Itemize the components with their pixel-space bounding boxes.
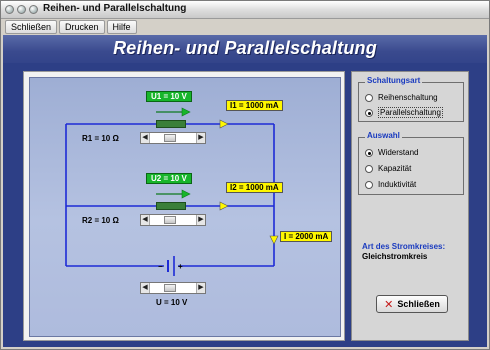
title-bar: Reihen- und Parallelschaltung — [1, 1, 489, 19]
menu-hilfe[interactable]: Hilfe — [106, 20, 137, 34]
circuit-frame: U1 = 10 V I1 = 1000 mA R1 = 10 Ω ◀ ▶ U2 … — [23, 71, 345, 341]
main-area: Reihen- und Parallelschaltung U1 = 10 V … — [3, 35, 487, 347]
r2-label: R2 = 10 Ω — [82, 216, 119, 225]
radio-label[interactable]: Kapazität — [378, 164, 411, 173]
menu-schliessen[interactable]: Schließen — [5, 20, 58, 34]
slider-thumb[interactable] — [164, 284, 176, 292]
app-window: Reihen- und Parallelschaltung Schließen … — [0, 0, 490, 350]
close-window-icon[interactable] — [5, 5, 14, 14]
window-controls — [5, 5, 38, 14]
circuit-diagram: U1 = 10 V I1 = 1000 mA R1 = 10 Ω ◀ ▶ U2 … — [29, 77, 341, 337]
slider-thumb[interactable] — [164, 134, 176, 142]
group-schaltungsart-title: Schaltungsart — [365, 76, 423, 85]
slider-u[interactable]: ◀ ▶ — [140, 282, 206, 294]
radio-button-icon[interactable] — [365, 164, 373, 173]
i2-label: I2 = 1000 mA — [226, 182, 283, 193]
slider-left-icon[interactable]: ◀ — [141, 133, 150, 143]
menu-bar: Schließen Drucken Hilfe — [5, 20, 137, 34]
voltage-arrow-1-head — [181, 107, 191, 117]
group-auswahl-title: Auswahl — [365, 131, 402, 140]
slider-right-icon[interactable]: ▶ — [196, 215, 205, 225]
u-label: U = 10 V — [156, 298, 188, 307]
i1-label: I1 = 1000 mA — [226, 100, 283, 111]
radio-label[interactable]: Widerstand — [378, 148, 418, 157]
resistor-r2 — [156, 202, 186, 210]
r1-label: R1 = 10 Ω — [82, 134, 119, 143]
slider-left-icon[interactable]: ◀ — [141, 215, 150, 225]
radio-label[interactable]: Induktivität — [378, 180, 416, 189]
stromkreis-title: Art des Stromkreises: — [362, 242, 446, 251]
radio-parallelschaltung[interactable]: Parallelschaltung — [365, 107, 443, 118]
maximize-window-icon[interactable] — [29, 5, 38, 14]
current-arrow-total — [269, 235, 279, 245]
control-panel: Schaltungsart Reihenschaltung Parallelsc… — [351, 71, 469, 341]
slider-left-icon[interactable]: ◀ — [141, 283, 150, 293]
x-icon: ✕ — [384, 298, 394, 311]
i-total-label: I = 2000 mA — [280, 231, 333, 242]
radio-button-icon[interactable] — [365, 148, 373, 157]
battery-minus: − — [158, 262, 163, 271]
radio-label[interactable]: Reihenschaltung — [378, 93, 438, 102]
radio-button-icon[interactable] — [365, 93, 373, 102]
close-button[interactable]: ✕ Schließen — [376, 295, 448, 313]
radio-button-icon[interactable] — [365, 108, 373, 117]
window-title: Reihen- und Parallelschaltung — [43, 3, 187, 14]
stromkreis-value: Gleichstromkreis — [362, 252, 428, 261]
radio-reihenschaltung[interactable]: Reihenschaltung — [365, 93, 438, 102]
battery-plus: + — [178, 262, 183, 271]
radio-kapazitaet[interactable]: Kapazität — [365, 164, 411, 173]
close-button-label: Schließen — [397, 299, 440, 309]
minimize-window-icon[interactable] — [17, 5, 26, 14]
slider-r2[interactable]: ◀ ▶ — [140, 214, 206, 226]
page-title: Reihen- und Parallelschaltung — [113, 38, 377, 58]
u2-label: U2 = 10 V — [146, 173, 192, 184]
current-arrow-2 — [219, 201, 229, 211]
slider-right-icon[interactable]: ▶ — [196, 283, 205, 293]
radio-widerstand[interactable]: Widerstand — [365, 148, 418, 157]
radio-induktivitaet[interactable]: Induktivität — [365, 180, 416, 189]
group-schaltungsart: Schaltungsart Reihenschaltung Parallelsc… — [358, 76, 464, 122]
radio-label[interactable]: Parallelschaltung — [378, 107, 443, 118]
header-banner: Reihen- und Parallelschaltung — [3, 35, 487, 63]
u1-label: U1 = 10 V — [146, 91, 192, 102]
voltage-arrow-2-head — [181, 189, 191, 199]
resistor-r1 — [156, 120, 186, 128]
current-arrow-1 — [219, 119, 229, 129]
menu-drucken[interactable]: Drucken — [59, 20, 105, 34]
radio-button-icon[interactable] — [365, 180, 373, 189]
group-auswahl: Auswahl Widerstand Kapazität Induktivitä… — [358, 131, 464, 195]
slider-thumb[interactable] — [164, 216, 176, 224]
slider-right-icon[interactable]: ▶ — [196, 133, 205, 143]
slider-r1[interactable]: ◀ ▶ — [140, 132, 206, 144]
